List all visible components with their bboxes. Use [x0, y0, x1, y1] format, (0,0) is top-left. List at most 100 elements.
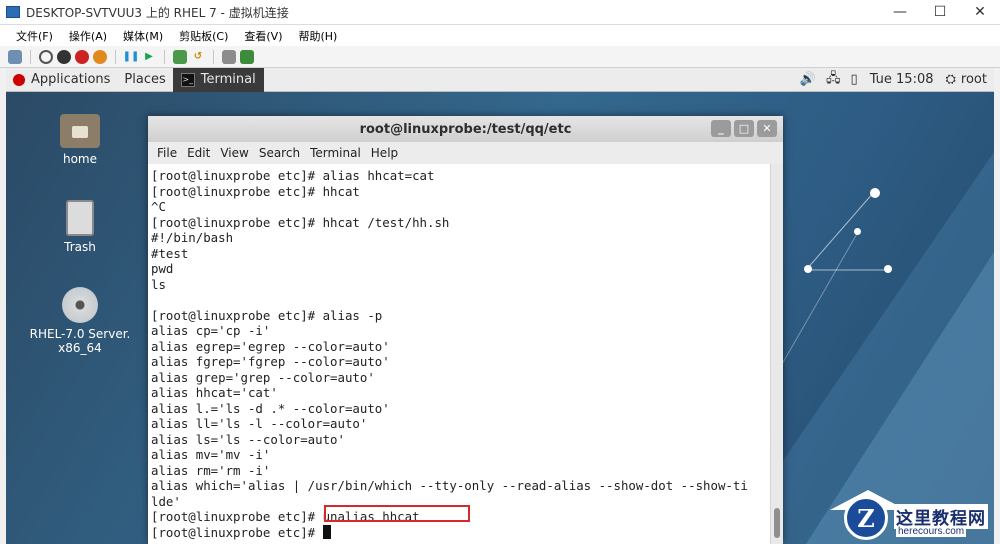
terminal-line: alias rm='rm -i'	[151, 462, 271, 478]
watermark: Z 这里教程网 herecours.com	[824, 488, 1000, 544]
terminal-line: ls	[151, 276, 166, 292]
terminal-menu-file[interactable]: File	[148, 146, 182, 160]
menu-file[interactable]: 文件(F)	[0, 28, 61, 44]
revert-icon[interactable]: ↺	[191, 50, 205, 64]
terminal-line: [root@linuxprobe etc]# alias hhcat=cat	[151, 168, 435, 183]
volume-icon[interactable]: 🔊	[795, 72, 821, 87]
panel-status-area: 🔊 🖧 ▯ Tue 15:08 ⛭ root	[795, 68, 994, 92]
places-label: Places	[124, 72, 166, 87]
checkpoint-icon[interactable]	[173, 49, 187, 64]
terminal-line: alias mv='mv -i'	[151, 447, 271, 462]
host-title-bar: DESKTOP-SVTVUU3 上的 RHEL 7 - 虚拟机连接 — ☐ ✕	[0, 0, 1000, 25]
toolbar-divider	[115, 49, 116, 64]
terminal-icon: >_	[180, 72, 195, 87]
terminal-prompt: [root@linuxprobe etc]#	[151, 524, 323, 540]
terminal-minimize-button[interactable]: _	[711, 120, 731, 137]
maximize-button[interactable]: ☐	[920, 0, 960, 24]
terminal-line: alias l.='ls -d .* --color=auto'	[151, 400, 390, 416]
terminal-title: root@linuxprobe:/test/qq/etc	[359, 121, 572, 137]
terminal-title-bar[interactable]: root@linuxprobe:/test/qq/etc _ □ ✕	[148, 116, 783, 142]
clock[interactable]: Tue 15:08	[863, 68, 941, 92]
decor-dot	[884, 265, 892, 273]
start-icon[interactable]	[39, 49, 53, 64]
close-button[interactable]: ✕	[960, 0, 1000, 24]
dvd-icon	[62, 287, 98, 323]
turn-off-icon[interactable]	[57, 49, 71, 64]
terminal-menu-terminal[interactable]: Terminal	[305, 146, 366, 160]
enhanced-session-icon[interactable]	[222, 49, 236, 64]
terminal-line: alias ls='ls --color=auto'	[151, 431, 345, 447]
home-folder-icon	[60, 114, 100, 148]
desktop-icon-label: home	[62, 152, 98, 166]
pause-icon[interactable]: ❚❚	[123, 50, 140, 64]
desktop-icon-label: RHEL-7.0 Server.	[29, 327, 131, 341]
terminal-menu-bar: File Edit View Search Terminal Help	[148, 142, 783, 164]
desktop-icon-home[interactable]: home	[25, 114, 135, 166]
user-icon[interactable]: ⛭	[941, 72, 961, 87]
desktop-icon-label: x86_64	[58, 341, 102, 355]
ctrl-alt-del-icon[interactable]	[8, 49, 22, 64]
decor-dot	[854, 228, 861, 235]
terminal-menu-help[interactable]: Help	[366, 146, 403, 160]
toolbar-divider	[213, 49, 214, 64]
places-menu[interactable]: Places	[117, 68, 172, 92]
terminal-scrollbar[interactable]	[770, 164, 783, 544]
taskbar-terminal[interactable]: >_ Terminal	[172, 67, 264, 92]
menu-view[interactable]: 查看(V)	[236, 28, 290, 44]
save-icon[interactable]	[93, 49, 107, 64]
terminal-line: alias cp='cp -i'	[151, 323, 271, 338]
watermark-logo-icon: Z	[844, 496, 888, 540]
taskbar-terminal-label: Terminal	[200, 72, 256, 87]
shutdown-icon[interactable]	[75, 49, 89, 64]
terminal-lines: [root@linuxprobe etc]# alias hhcat=cat […	[148, 164, 770, 540]
terminal-line: pwd	[151, 261, 174, 276]
menu-media[interactable]: 媒体(M)	[115, 28, 171, 44]
terminal-line: alias egrep='egrep --color=auto'	[151, 338, 390, 354]
user-menu[interactable]: root	[961, 68, 994, 92]
applications-menu[interactable]: Applications	[6, 68, 117, 92]
trash-icon	[66, 200, 94, 236]
terminal-line: [root@linuxprobe etc]# hhcat	[151, 183, 360, 199]
terminal-line: ^C	[151, 199, 166, 214]
gnome-top-panel: Applications Places >_ Terminal 🔊 🖧 ▯ Tu…	[6, 67, 994, 92]
battery-icon[interactable]: ▯	[846, 72, 863, 87]
terminal-menu-search[interactable]: Search	[254, 146, 305, 160]
terminal-window: root@linuxprobe:/test/qq/etc _ □ ✕ File …	[148, 116, 783, 544]
host-window-title: DESKTOP-SVTVUU3 上的 RHEL 7 - 虚拟机连接	[26, 5, 289, 20]
scrollbar-thumb[interactable]	[774, 508, 780, 538]
menu-clipboard[interactable]: 剪贴板(C)	[171, 28, 236, 44]
terminal-line: alias fgrep='fgrep --color=auto'	[151, 354, 390, 369]
resume-icon[interactable]: ▶	[142, 50, 156, 64]
menu-help[interactable]: 帮助(H)	[290, 28, 345, 44]
watermark-url: herecours.com	[896, 526, 967, 537]
toolbar-divider	[30, 49, 31, 64]
terminal-output[interactable]: [root@linuxprobe etc]# alias hhcat=cat […	[148, 164, 770, 544]
share-icon[interactable]	[240, 49, 254, 64]
terminal-menu-view[interactable]: View	[215, 146, 253, 160]
desktop-icon-label: Trash	[64, 240, 96, 254]
terminal-line: alias which='alias | /usr/bin/which --tt…	[151, 478, 748, 493]
terminal-line: [root@linuxprobe etc]# alias -p	[151, 307, 383, 323]
toolbar-divider	[164, 49, 165, 64]
decor-dot	[804, 265, 812, 273]
terminal-maximize-button[interactable]: □	[734, 120, 754, 137]
highlight-box	[324, 505, 470, 522]
menu-action[interactable]: 操作(A)	[61, 28, 115, 44]
terminal-menu-edit[interactable]: Edit	[182, 146, 215, 160]
minimize-button[interactable]: —	[880, 0, 920, 24]
network-icon[interactable]: 🖧	[821, 69, 846, 91]
desktop-icon-trash[interactable]: Trash	[25, 200, 135, 254]
terminal-line: alias grep='grep --color=auto'	[151, 369, 375, 385]
terminal-line: alias hhcat='cat'	[151, 385, 278, 400]
terminal-close-button[interactable]: ✕	[757, 120, 777, 137]
desktop-icon-dvd[interactable]: RHEL-7.0 Server. x86_64	[25, 287, 135, 355]
terminal-line: #!/bin/bash	[151, 230, 234, 245]
terminal-window-controls: _ □ ✕	[711, 120, 777, 137]
host-toolbar: ❚❚ ▶ ↺	[0, 46, 1000, 68]
applications-label: Applications	[31, 72, 111, 87]
decor-dot	[870, 188, 880, 198]
terminal-prompt-line: [root@linuxprobe etc]#	[151, 524, 770, 541]
host-menu-bar: 文件(F) 操作(A) 媒体(M) 剪贴板(C) 查看(V) 帮助(H)	[0, 25, 1000, 46]
terminal-line: [root@linuxprobe etc]# hhcat /test/hh.sh	[151, 214, 450, 230]
